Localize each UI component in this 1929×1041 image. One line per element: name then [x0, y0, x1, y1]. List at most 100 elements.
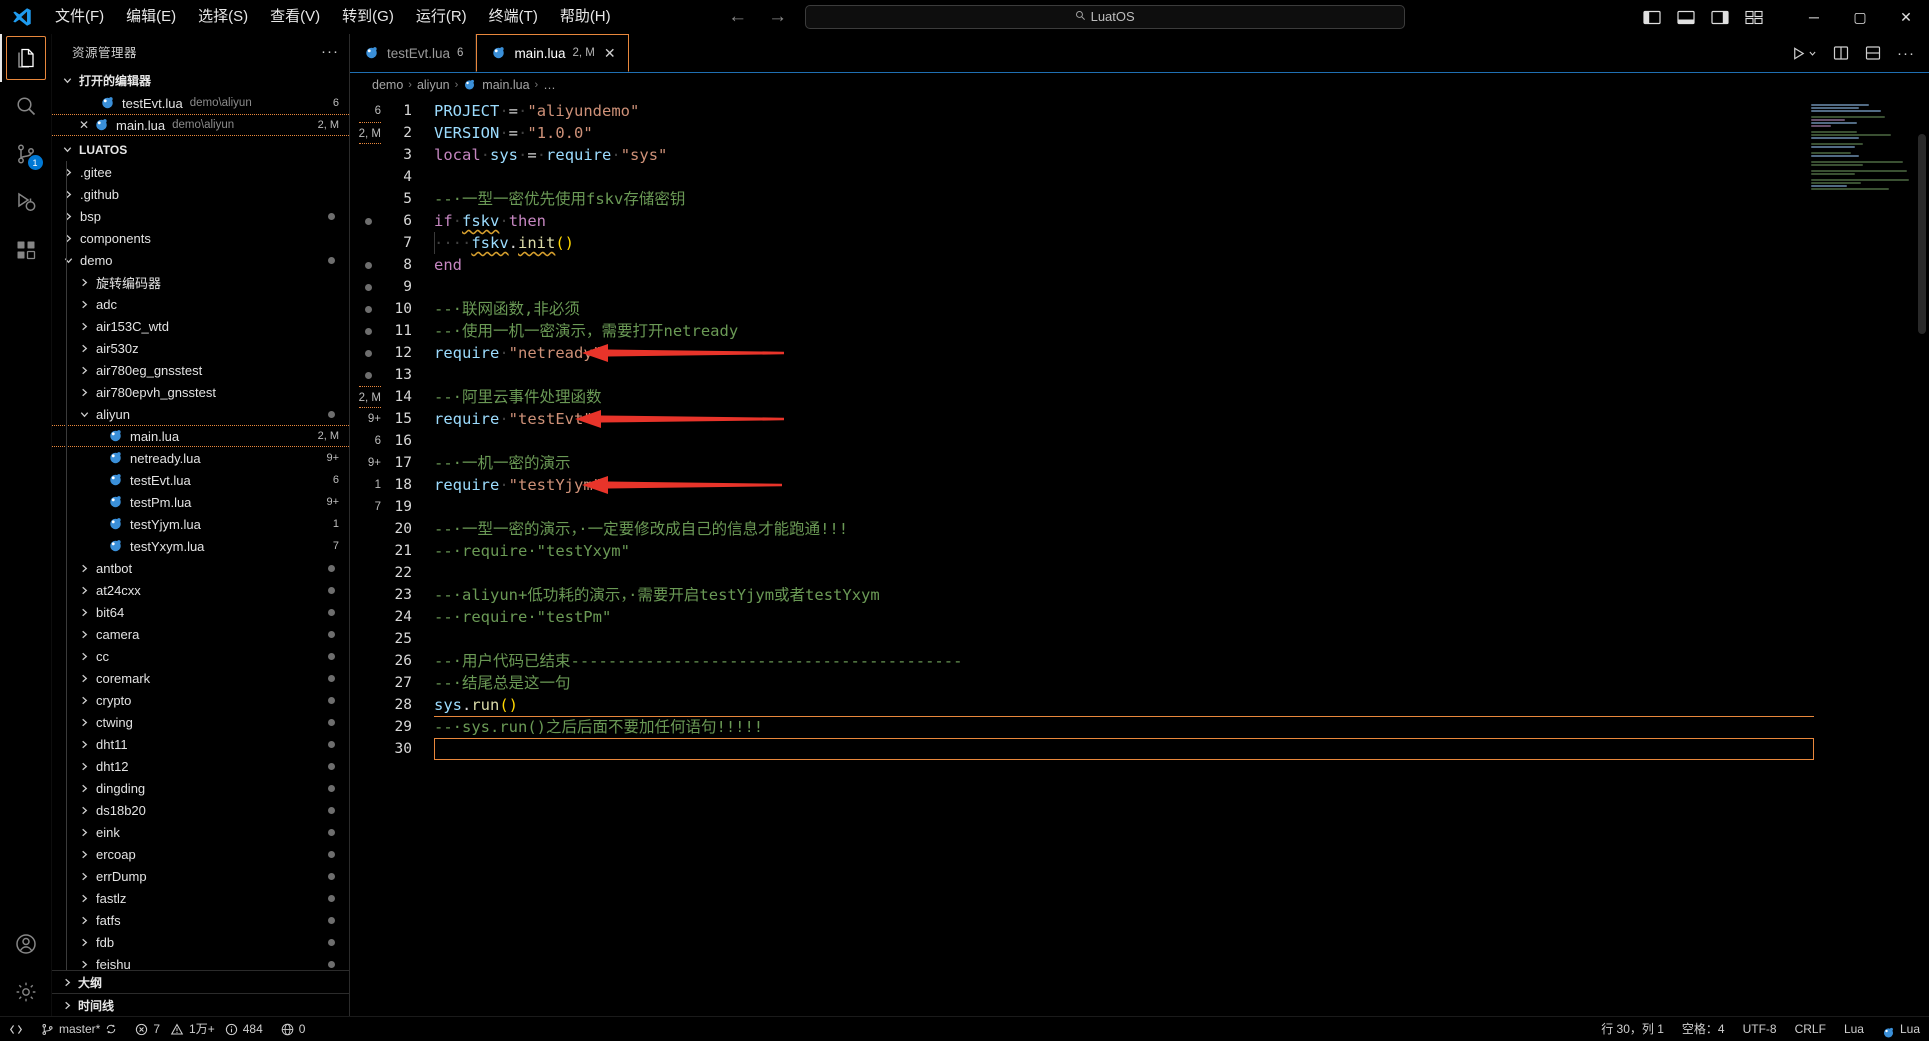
- tree-file-testEvt.lua[interactable]: testEvt.lua6: [52, 469, 349, 491]
- tree-folder-dht11[interactable]: dht11: [52, 733, 349, 755]
- tree-folder-air530z[interactable]: air530z: [52, 337, 349, 359]
- chevron-right-icon[interactable]: [76, 342, 92, 354]
- code-line-6[interactable]: 6if·fskv·then: [386, 210, 1929, 232]
- file-tree[interactable]: .gitee.githubbspcomponentsdemo旋转编码器adcai…: [52, 161, 349, 970]
- open-editor-row-main[interactable]: ✕ main.lua demo\aliyun 2, M: [52, 114, 349, 136]
- status-problems[interactable]: 7 1万+ 484: [126, 1017, 271, 1041]
- window-close-button[interactable]: ✕: [1883, 0, 1929, 34]
- tree-folder-fdb[interactable]: fdb: [52, 931, 349, 953]
- menu-file[interactable]: 文件(F): [44, 4, 115, 30]
- tree-folder-ctwing[interactable]: ctwing: [52, 711, 349, 733]
- code-line-5[interactable]: 5--·一型一密优先使用fskv存储密钥: [386, 188, 1929, 210]
- status-cursor-position[interactable]: 行 30，列 1: [1592, 1017, 1673, 1041]
- status-ports[interactable]: 0: [272, 1017, 315, 1041]
- code-line-3[interactable]: 3local·sys·=·require·"sys": [386, 144, 1929, 166]
- chevron-right-icon[interactable]: [60, 188, 76, 200]
- tree-file-testYjym.lua[interactable]: testYjym.lua1: [52, 513, 349, 535]
- chevron-right-icon[interactable]: [76, 320, 92, 332]
- code-line-1[interactable]: 1PROJECT·=·"aliyundemo": [386, 100, 1929, 122]
- command-center[interactable]: LuatOS: [805, 5, 1405, 29]
- menu-help[interactable]: 帮助(H): [549, 4, 622, 30]
- code-line-20[interactable]: 20--·一型一密的演示，·一定要修改成自己的信息才能跑通!!!: [386, 518, 1929, 540]
- chevron-down-icon[interactable]: [76, 408, 92, 420]
- tree-file-netready.lua[interactable]: netready.lua9+: [52, 447, 349, 469]
- status-lua-badge[interactable]: Lua: [1873, 1017, 1929, 1041]
- tree-folder-.gitee[interactable]: .gitee: [52, 161, 349, 183]
- minimap[interactable]: [1811, 104, 1915, 174]
- tree-folder-ercoap[interactable]: ercoap: [52, 843, 349, 865]
- tree-folder-antbot[interactable]: antbot: [52, 557, 349, 579]
- split-editor-icon[interactable]: [1833, 45, 1849, 61]
- tree-folder-errDump[interactable]: errDump: [52, 865, 349, 887]
- customize-layout-icon[interactable]: [1745, 10, 1763, 25]
- toggle-secondary-sidebar-icon[interactable]: [1711, 10, 1729, 25]
- chevron-right-icon[interactable]: [76, 650, 92, 662]
- activitybar-extensions[interactable]: [0, 226, 52, 274]
- code-line-4[interactable]: 4: [386, 166, 1929, 188]
- project-root-header[interactable]: LUATOS: [52, 138, 349, 161]
- tab-testEvt-lua[interactable]: testEvt.lua 6: [350, 34, 476, 72]
- chevron-right-icon[interactable]: [76, 628, 92, 640]
- code-line-19[interactable]: 19: [386, 496, 1929, 518]
- chevron-right-icon[interactable]: [76, 958, 92, 970]
- chevron-down-icon[interactable]: [60, 254, 76, 266]
- activitybar-manage-gear-icon[interactable]: [0, 968, 52, 1016]
- breadcrumb-item-more[interactable]: …: [543, 78, 556, 92]
- tree-folder-air780epvh_gnsstest[interactable]: air780epvh_gnsstest: [52, 381, 349, 403]
- chevron-right-icon[interactable]: [76, 716, 92, 728]
- tree-folder-dht12[interactable]: dht12: [52, 755, 349, 777]
- status-language-mode[interactable]: Lua: [1835, 1017, 1873, 1041]
- breadcrumb-item-main-lua[interactable]: main.lua: [463, 78, 529, 92]
- code-line-16[interactable]: 16: [386, 430, 1929, 452]
- close-icon[interactable]: ✕: [74, 118, 94, 132]
- code-line-7[interactable]: 7····fskv.init(): [386, 232, 1929, 254]
- run-play-icon[interactable]: [1791, 46, 1817, 61]
- tree-folder-crypto[interactable]: crypto: [52, 689, 349, 711]
- chevron-right-icon[interactable]: [76, 914, 92, 926]
- menu-go[interactable]: 转到(G): [331, 4, 405, 30]
- tree-folder-components[interactable]: components: [52, 227, 349, 249]
- tree-folder-ds18b20[interactable]: ds18b20: [52, 799, 349, 821]
- status-indentation[interactable]: 空格：4: [1673, 1017, 1734, 1041]
- window-minimize-button[interactable]: ─: [1791, 0, 1837, 34]
- code-line-15[interactable]: 15require·"testEvt": [386, 408, 1929, 430]
- chevron-right-icon[interactable]: [76, 870, 92, 882]
- scrollbar-thumb[interactable]: [1918, 134, 1926, 334]
- tree-folder-camera[interactable]: camera: [52, 623, 349, 645]
- menu-edit[interactable]: 编辑(E): [115, 4, 187, 30]
- chevron-right-icon[interactable]: [76, 782, 92, 794]
- tree-folder-dingding[interactable]: dingding: [52, 777, 349, 799]
- open-editor-row-testevt[interactable]: testEvt.lua demo\aliyun 6: [52, 92, 349, 114]
- chevron-right-icon[interactable]: [76, 826, 92, 838]
- code-line-11[interactable]: 11--·使用一机一密演示，需要打开netready: [386, 320, 1929, 342]
- status-branch[interactable]: master*: [32, 1017, 126, 1041]
- chevron-right-icon[interactable]: [60, 232, 76, 244]
- code-line-24[interactable]: 24--·require·"testPm": [386, 606, 1929, 628]
- code-line-17[interactable]: 17--·一机一密的演示: [386, 452, 1929, 474]
- code-line-28[interactable]: 28sys.run(): [386, 694, 1929, 716]
- tree-folder-.github[interactable]: .github: [52, 183, 349, 205]
- chevron-right-icon[interactable]: [76, 760, 92, 772]
- window-maximize-button[interactable]: ▢: [1837, 0, 1883, 34]
- tab-main-lua[interactable]: main.lua 2, M ✕: [476, 34, 628, 72]
- chevron-right-icon[interactable]: [76, 298, 92, 310]
- tree-folder-aliyun[interactable]: aliyun: [52, 403, 349, 425]
- tree-folder-cc[interactable]: cc: [52, 645, 349, 667]
- chevron-right-icon[interactable]: [76, 892, 92, 904]
- tree-folder-feishu[interactable]: feishu: [52, 953, 349, 970]
- chevron-right-icon[interactable]: [76, 848, 92, 860]
- code-line-23[interactable]: 23--·aliyun+低功耗的演示，·需要开启testYjym或者testYx…: [386, 584, 1929, 606]
- code-line-21[interactable]: 21--·require·"testYxym": [386, 540, 1929, 562]
- code-editor[interactable]: 62, M2, M9+69+17 1PROJECT·=·"aliyundemo"…: [350, 96, 1929, 1016]
- menu-run[interactable]: 运行(R): [405, 4, 478, 30]
- code-content[interactable]: 1PROJECT·=·"aliyundemo"2VERSION·=·"1.0.0…: [386, 96, 1929, 1016]
- tree-folder-eink[interactable]: eink: [52, 821, 349, 843]
- timeline-section-header[interactable]: 时间线: [52, 993, 349, 1016]
- menu-selection[interactable]: 选择(S): [187, 4, 259, 30]
- tree-file-testYxym.lua[interactable]: testYxym.lua7: [52, 535, 349, 557]
- tree-folder-bsp[interactable]: bsp: [52, 205, 349, 227]
- chevron-right-icon[interactable]: [76, 738, 92, 750]
- tree-folder-adc[interactable]: adc: [52, 293, 349, 315]
- chevron-right-icon[interactable]: [60, 210, 76, 222]
- code-line-22[interactable]: 22: [386, 562, 1929, 584]
